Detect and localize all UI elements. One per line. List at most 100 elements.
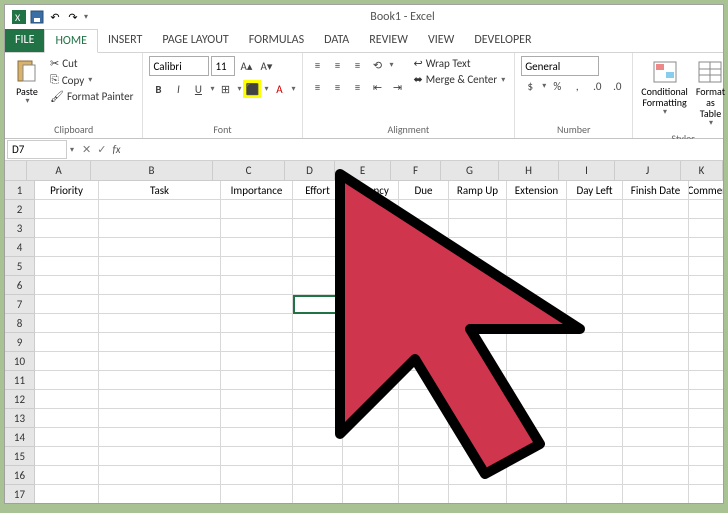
formula-input[interactable] xyxy=(129,141,723,158)
cell-D16[interactable] xyxy=(293,466,343,485)
cell-C17[interactable] xyxy=(221,485,293,503)
column-header-H[interactable]: H xyxy=(499,161,559,181)
cell-J8[interactable] xyxy=(623,314,689,333)
cell-A3[interactable] xyxy=(35,219,99,238)
cell-E1[interactable]: Urgency xyxy=(343,181,399,200)
cell-C9[interactable] xyxy=(221,333,293,352)
name-box[interactable] xyxy=(7,140,67,159)
cell-B1[interactable]: Task xyxy=(99,181,221,200)
cell-C8[interactable] xyxy=(221,314,293,333)
row-header-17[interactable]: 17 xyxy=(5,485,35,503)
cell-K8[interactable] xyxy=(689,314,723,333)
column-header-J[interactable]: J xyxy=(615,161,681,181)
cell-C16[interactable] xyxy=(221,466,293,485)
row-header-2[interactable]: 2 xyxy=(5,200,35,219)
cell-K12[interactable] xyxy=(689,390,723,409)
cell-D9[interactable] xyxy=(293,333,343,352)
cell-I10[interactable] xyxy=(567,352,623,371)
cell-E16[interactable] xyxy=(343,466,399,485)
cell-E10[interactable] xyxy=(343,352,399,371)
cell-C11[interactable] xyxy=(221,371,293,390)
cell-D8[interactable] xyxy=(293,314,343,333)
cell-G10[interactable] xyxy=(449,352,507,371)
cell-A8[interactable] xyxy=(35,314,99,333)
cell-G3[interactable] xyxy=(449,219,507,238)
cell-D17[interactable] xyxy=(293,485,343,503)
cell-H5[interactable] xyxy=(507,257,567,276)
align-top-icon[interactable]: ≡ xyxy=(309,56,327,74)
cell-K10[interactable] xyxy=(689,352,723,371)
row-header-12[interactable]: 12 xyxy=(5,390,35,409)
comma-button[interactable]: , xyxy=(568,77,586,95)
cell-B16[interactable] xyxy=(99,466,221,485)
cell-G11[interactable] xyxy=(449,371,507,390)
cell-C10[interactable] xyxy=(221,352,293,371)
cancel-formula-icon[interactable]: ✕ xyxy=(82,143,91,156)
cell-G2[interactable] xyxy=(449,200,507,219)
tab-view[interactable]: VIEW xyxy=(418,29,464,52)
cell-C4[interactable] xyxy=(221,238,293,257)
merge-center-button[interactable]: ⬌Merge & Center▾ xyxy=(411,72,509,87)
cell-G1[interactable]: Ramp Up xyxy=(449,181,507,200)
cell-F12[interactable] xyxy=(399,390,449,409)
cell-E11[interactable] xyxy=(343,371,399,390)
align-right-icon[interactable]: ≡ xyxy=(349,78,367,96)
row-header-1[interactable]: 1 xyxy=(5,181,35,200)
cell-H16[interactable] xyxy=(507,466,567,485)
cell-G13[interactable] xyxy=(449,409,507,428)
cell-A17[interactable] xyxy=(35,485,99,503)
cell-I17[interactable] xyxy=(567,485,623,503)
cell-F3[interactable] xyxy=(399,219,449,238)
cell-F8[interactable] xyxy=(399,314,449,333)
cell-K1[interactable]: Comment xyxy=(689,181,723,200)
cell-E5[interactable] xyxy=(343,257,399,276)
cell-G4[interactable] xyxy=(449,238,507,257)
cell-E13[interactable] xyxy=(343,409,399,428)
increase-font-icon[interactable]: A▴ xyxy=(237,57,255,75)
cell-F16[interactable] xyxy=(399,466,449,485)
tab-formulas[interactable]: FORMULAS xyxy=(239,29,314,52)
bold-button[interactable]: B xyxy=(149,80,167,98)
cell-B17[interactable] xyxy=(99,485,221,503)
cell-H14[interactable] xyxy=(507,428,567,447)
cell-A16[interactable] xyxy=(35,466,99,485)
cell-E4[interactable] xyxy=(343,238,399,257)
cell-E17[interactable] xyxy=(343,485,399,503)
cell-C13[interactable] xyxy=(221,409,293,428)
cell-B5[interactable] xyxy=(99,257,221,276)
cell-K3[interactable] xyxy=(689,219,723,238)
cell-J15[interactable] xyxy=(623,447,689,466)
redo-icon[interactable]: ↷ xyxy=(65,9,81,25)
cell-K13[interactable] xyxy=(689,409,723,428)
indent-increase-icon[interactable]: ⇥ xyxy=(389,78,407,96)
cell-D2[interactable] xyxy=(293,200,343,219)
cell-G9[interactable] xyxy=(449,333,507,352)
cell-C2[interactable] xyxy=(221,200,293,219)
cell-A4[interactable] xyxy=(35,238,99,257)
cell-B11[interactable] xyxy=(99,371,221,390)
cell-B4[interactable] xyxy=(99,238,221,257)
cell-J3[interactable] xyxy=(623,219,689,238)
number-format-combo[interactable] xyxy=(521,56,599,76)
cell-D11[interactable] xyxy=(293,371,343,390)
wrap-text-button[interactable]: ↩Wrap Text xyxy=(411,56,509,71)
cell-H3[interactable] xyxy=(507,219,567,238)
tab-insert[interactable]: INSERT xyxy=(98,29,152,52)
cell-K15[interactable] xyxy=(689,447,723,466)
cell-J7[interactable] xyxy=(623,295,689,314)
cell-F11[interactable] xyxy=(399,371,449,390)
cell-H2[interactable] xyxy=(507,200,567,219)
paste-button[interactable]: Paste ▾ xyxy=(11,56,43,108)
cell-E3[interactable] xyxy=(343,219,399,238)
cell-B2[interactable] xyxy=(99,200,221,219)
cell-D10[interactable] xyxy=(293,352,343,371)
tab-page-layout[interactable]: PAGE LAYOUT xyxy=(152,29,238,52)
cell-A10[interactable] xyxy=(35,352,99,371)
cell-F4[interactable] xyxy=(399,238,449,257)
cell-A14[interactable] xyxy=(35,428,99,447)
cell-H1[interactable]: Extension xyxy=(507,181,567,200)
row-header-9[interactable]: 9 xyxy=(5,333,35,352)
cell-H7[interactable] xyxy=(507,295,567,314)
cell-I8[interactable] xyxy=(567,314,623,333)
cell-J5[interactable] xyxy=(623,257,689,276)
